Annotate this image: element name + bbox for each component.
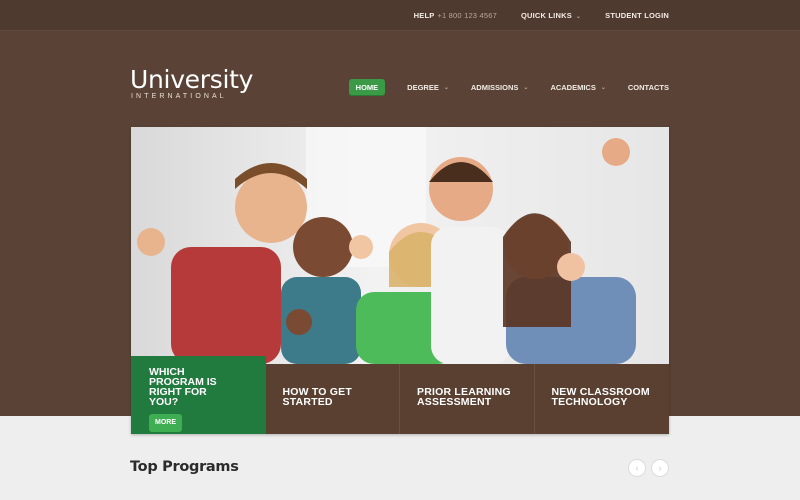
chevron-down-icon: ⌄	[600, 85, 606, 91]
nav-academics[interactable]: ACADEMICS ⌄	[550, 83, 605, 92]
chevron-down-icon: ⌄	[575, 14, 582, 20]
nav-contacts-label: CONTACTS	[627, 83, 669, 92]
chevron-left-icon[interactable]: ‹	[628, 459, 646, 477]
nav-academics-label: ACADEMICS	[550, 83, 596, 92]
hero-photo	[131, 127, 669, 364]
logo-main-text: University	[130, 65, 254, 94]
box-prior-learning[interactable]: PRIOR LEARNING ASSESSMENT	[400, 364, 535, 434]
nav-home[interactable]: HOME	[348, 79, 386, 96]
nav-home-label: HOME	[355, 83, 379, 92]
nav-admissions-label: ADMISSIONS	[470, 83, 519, 92]
top-links: HELP +1 800 123 4567 QUICK LINKS ⌄ STUDENT…	[414, 0, 669, 31]
box-how-to-get-started[interactable]: HOW TO GET STARTED	[265, 364, 400, 434]
which-program-text: WHICH PROGRAM IS RIGHT FOR YOU?	[149, 366, 217, 408]
hero-slider: HOW TO GET STARTED PRIOR LEARNING ASSESS…	[131, 127, 669, 434]
logo-sub-text: INTERNATIONAL	[131, 93, 227, 100]
box-new-classroom[interactable]: NEW CLASSROOM TECHNOLOGY	[534, 364, 669, 434]
student-login-link[interactable]: STUDENT LOGIN	[605, 11, 669, 20]
top-bar: HELP +1 800 123 4567 QUICK LINKS ⌄ STUDENT…	[0, 0, 800, 31]
box-which-program[interactable]: WHICH PROGRAM IS RIGHT FOR YOU? MORE	[131, 356, 266, 434]
nav-degree-label: DEGREE	[407, 83, 439, 92]
help-label: HELP	[413, 11, 435, 20]
help-phone[interactable]: HELP +1 800 123 4567	[414, 11, 497, 20]
section-title: Top Programs	[130, 459, 239, 475]
nav-admissions[interactable]: ADMISSIONS ⌄	[471, 83, 529, 92]
more-button[interactable]: MORE	[149, 414, 182, 432]
chevron-right-icon[interactable]: ›	[651, 459, 669, 477]
carousel-arrows: ‹ ›	[628, 459, 669, 477]
chevron-down-icon: ⌄	[443, 85, 449, 91]
chevron-down-icon: ⌄	[523, 85, 529, 91]
main-nav: HOME DEGREE ⌄ ADMISSIONS ⌄ ACADEMICS ⌄ CONT…	[348, 79, 669, 96]
site-logo[interactable]: University INTERNATIONAL	[130, 65, 254, 101]
quick-links-label: QUICK LINKS	[520, 11, 572, 20]
nav-degree[interactable]: DEGREE ⌄	[407, 83, 449, 92]
quick-links-dropdown[interactable]: QUICK LINKS ⌄	[521, 11, 581, 20]
phone-number: +1 800 123 4567	[437, 11, 497, 20]
nav-contacts[interactable]: CONTACTS	[628, 83, 669, 92]
